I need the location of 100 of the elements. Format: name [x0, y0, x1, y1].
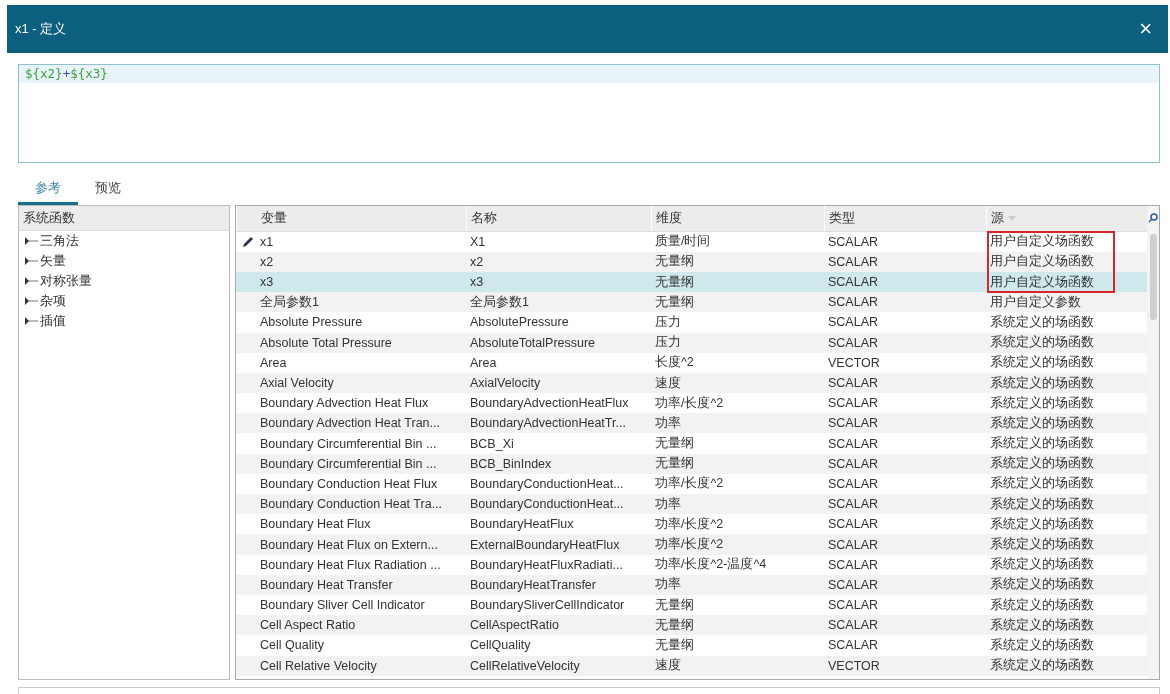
expand-icon[interactable]	[24, 235, 38, 246]
table-cell-text: SCALAR	[827, 254, 880, 269]
table-row[interactable]: Boundary Circumferential Bin ... BCB_BinIndex 无量纲 SCALAR 系统定义的场函数	[236, 453, 1147, 474]
table-cell-text: 系统定义的场函数	[989, 334, 1095, 352]
table-cell: Absolute Pressure	[260, 315, 363, 330]
table-cell-text: 系统定义的场函数	[989, 394, 1095, 412]
table-row[interactable]: Boundary Heat Flux on Extern... ExternalBoundaryHeatFlux 功率/长度^2 SCALAR 系统定义的场函数	[236, 534, 1147, 555]
table-cell-text: BoundaryAdvectionHeatFlux	[469, 396, 630, 411]
tree-item[interactable]: 杂项	[19, 290, 229, 311]
table-cell-text: SCALAR	[827, 557, 880, 572]
table-cell-text: 压力	[654, 334, 682, 352]
table-cell-text: SCALAR	[827, 234, 880, 249]
table-cell-text: VECTOR	[827, 658, 881, 673]
window-title: x1 - 定义	[15, 20, 67, 38]
table-cell-text: Area	[469, 355, 498, 370]
column-header[interactable]: 名称	[466, 205, 651, 231]
sort-icon	[1008, 215, 1016, 221]
table-cell-text: 系统定义的场函数	[989, 536, 1095, 553]
table-cell-text: AbsolutePressure	[469, 315, 570, 330]
table-cell-text: SCALAR	[827, 577, 880, 592]
table-cell-text: 功率/长度^2	[654, 515, 725, 533]
table-cell-text: BoundaryAdvectionHeatTr...	[469, 416, 627, 431]
table-cell-text: 功率	[654, 495, 682, 513]
expand-icon[interactable]	[24, 255, 38, 266]
table-cell-text: 无量纲	[654, 435, 695, 453]
table-cell-text: 无量纲	[654, 455, 695, 473]
table-cell-text: 功率	[654, 576, 682, 594]
table-cell-text: 质量/时间	[654, 233, 712, 251]
tree-item[interactable]: 插值	[19, 310, 229, 331]
table-cell-text: AbsoluteTotalPressure	[469, 335, 597, 350]
search-icon[interactable]	[1148, 212, 1158, 223]
column-header[interactable]: 维度	[651, 205, 824, 231]
table-row[interactable]: Absolute Total Pressure AbsoluteTotalPressure 压力 SCALAR 系统定义的场函数	[236, 332, 1147, 353]
table-cell-text: CellRelativeVelocity	[469, 658, 581, 673]
table-cell-text: SCALAR	[827, 618, 880, 633]
table-cell-text: 系统定义的场函数	[989, 556, 1095, 574]
table-cell-text: 系统定义的场函数	[989, 374, 1095, 392]
table-cell-text: AxialVelocity	[469, 376, 542, 390]
table-cell-text: x3	[469, 275, 485, 290]
table-cell-text: 系统定义的场函数	[989, 616, 1095, 634]
table-cell-text: 系统定义的场函数	[989, 455, 1095, 473]
table-cell-text: 系统定义的场函数	[989, 354, 1095, 372]
tree-item[interactable]: 矢量	[19, 250, 229, 271]
table-cell-text: SCALAR	[827, 537, 880, 552]
table-cell-text: SCALAR	[827, 638, 880, 653]
table-cell-text: SCALAR	[827, 416, 880, 431]
table-cell-text: 系统定义的场函数	[989, 657, 1095, 675]
column-header[interactable]: 类型	[824, 205, 986, 231]
table-row[interactable]: x2 x2 无量纲 SCALAR 用户自定义场函数	[236, 251, 1147, 272]
table-cell-text: 功率	[654, 414, 682, 432]
tree-item[interactable]: 对称张量	[19, 270, 229, 291]
table-row[interactable]: Axial Velocity AxialVelocity 速度 SCALAR 系统定义的场函数	[236, 372, 1147, 394]
table-row[interactable]: Cell Aspect Ratio CellAspectRatio 无量纲 SCALAR 系统定义的场函数	[236, 615, 1147, 636]
table-cell-text: SCALAR	[827, 598, 880, 613]
table-cell-text: SCALAR	[827, 376, 880, 390]
table-cell-text: 全局参数1	[469, 293, 530, 311]
table-cell: Boundary Heat Flux on Extern...	[260, 537, 438, 552]
table-cell-text: 系统定义的场函数	[989, 495, 1095, 513]
table-cell-text: 用户自定义场函数	[989, 253, 1095, 271]
table-cell: Boundary Conduction Heat Tra...	[260, 497, 443, 512]
table-cell-text: 无量纲	[654, 616, 695, 634]
table-cell: Absolute Total Pressure	[260, 335, 392, 350]
table-cell-text: 功率/长度^2-温度^4	[654, 556, 768, 574]
expand-icon[interactable]	[24, 315, 38, 326]
table-cell-text: 功率/长度^2	[654, 475, 725, 493]
formula-text: ${x2}+${x3}	[19, 65, 1159, 83]
expand-icon[interactable]	[24, 295, 38, 306]
table-cell-text: 无量纲	[654, 636, 695, 654]
table-cell: Cell Relative Velocity	[260, 658, 377, 673]
table-cell: 全局参数1	[260, 293, 319, 311]
table-cell-text: X1	[469, 234, 487, 249]
table-cell: x1	[260, 234, 274, 249]
table-cell: Boundary Conduction Heat Flux	[260, 476, 438, 491]
table-cell-text: BoundaryHeatFlux	[469, 517, 575, 532]
table-cell-text: 用户自定义场函数	[989, 273, 1095, 291]
table-cell: Boundary Circumferential Bin ...	[260, 456, 437, 471]
table-row[interactable]: Cell Relative Velocity CellRelativeVelocity 速度 VECTOR 系统定义的场函数	[236, 655, 1147, 676]
table-cell-text: SCALAR	[827, 335, 880, 350]
tab[interactable]: 预览	[78, 173, 138, 205]
table-cell: Boundary Advection Heat Flux	[260, 396, 429, 411]
close-button[interactable]: ×	[1135, 18, 1156, 40]
table-row[interactable]: 全局参数1 全局参数1 无量纲 SCALAR 用户自定义参数	[236, 292, 1147, 313]
table-cell-text: SCALAR	[827, 456, 880, 471]
scrollbar[interactable]	[1147, 205, 1159, 680]
table-cell-text: BoundaryConductionHeat...	[469, 476, 625, 491]
table-cell-text: 压力	[654, 313, 682, 331]
table-cell: Boundary Advection Heat Tran...	[260, 416, 440, 431]
table-row[interactable]: Boundary Conduction Heat Tra... BoundaryConductionHeat... 功率 SCALAR 系统定义的场函数	[236, 494, 1147, 515]
table-cell-text: x2	[469, 254, 485, 269]
expand-icon[interactable]	[24, 275, 38, 286]
formula-editor[interactable]: ${x2}+${x3}	[18, 64, 1160, 163]
table-cell-text: BCB_BinIndex	[469, 456, 553, 471]
column-header[interactable]: 变量	[236, 205, 466, 231]
table-row[interactable]: Boundary Advection Heat Tran... BoundaryAdvectionHeatTr... 功率 SCALAR 系统定义的场函数	[236, 413, 1147, 434]
table-row[interactable]: Boundary Heat Transfer BoundaryHeatTransfer 功率 SCALAR 系统定义的场函数	[236, 574, 1147, 595]
table-cell: Boundary Heat Flux	[260, 517, 371, 532]
table-cell-text: BoundaryConductionHeat...	[469, 497, 625, 512]
scroll-thumb[interactable]	[1149, 233, 1157, 320]
tree-item[interactable]: 三角法	[19, 230, 229, 251]
table-cell-text: SCALAR	[827, 476, 880, 491]
